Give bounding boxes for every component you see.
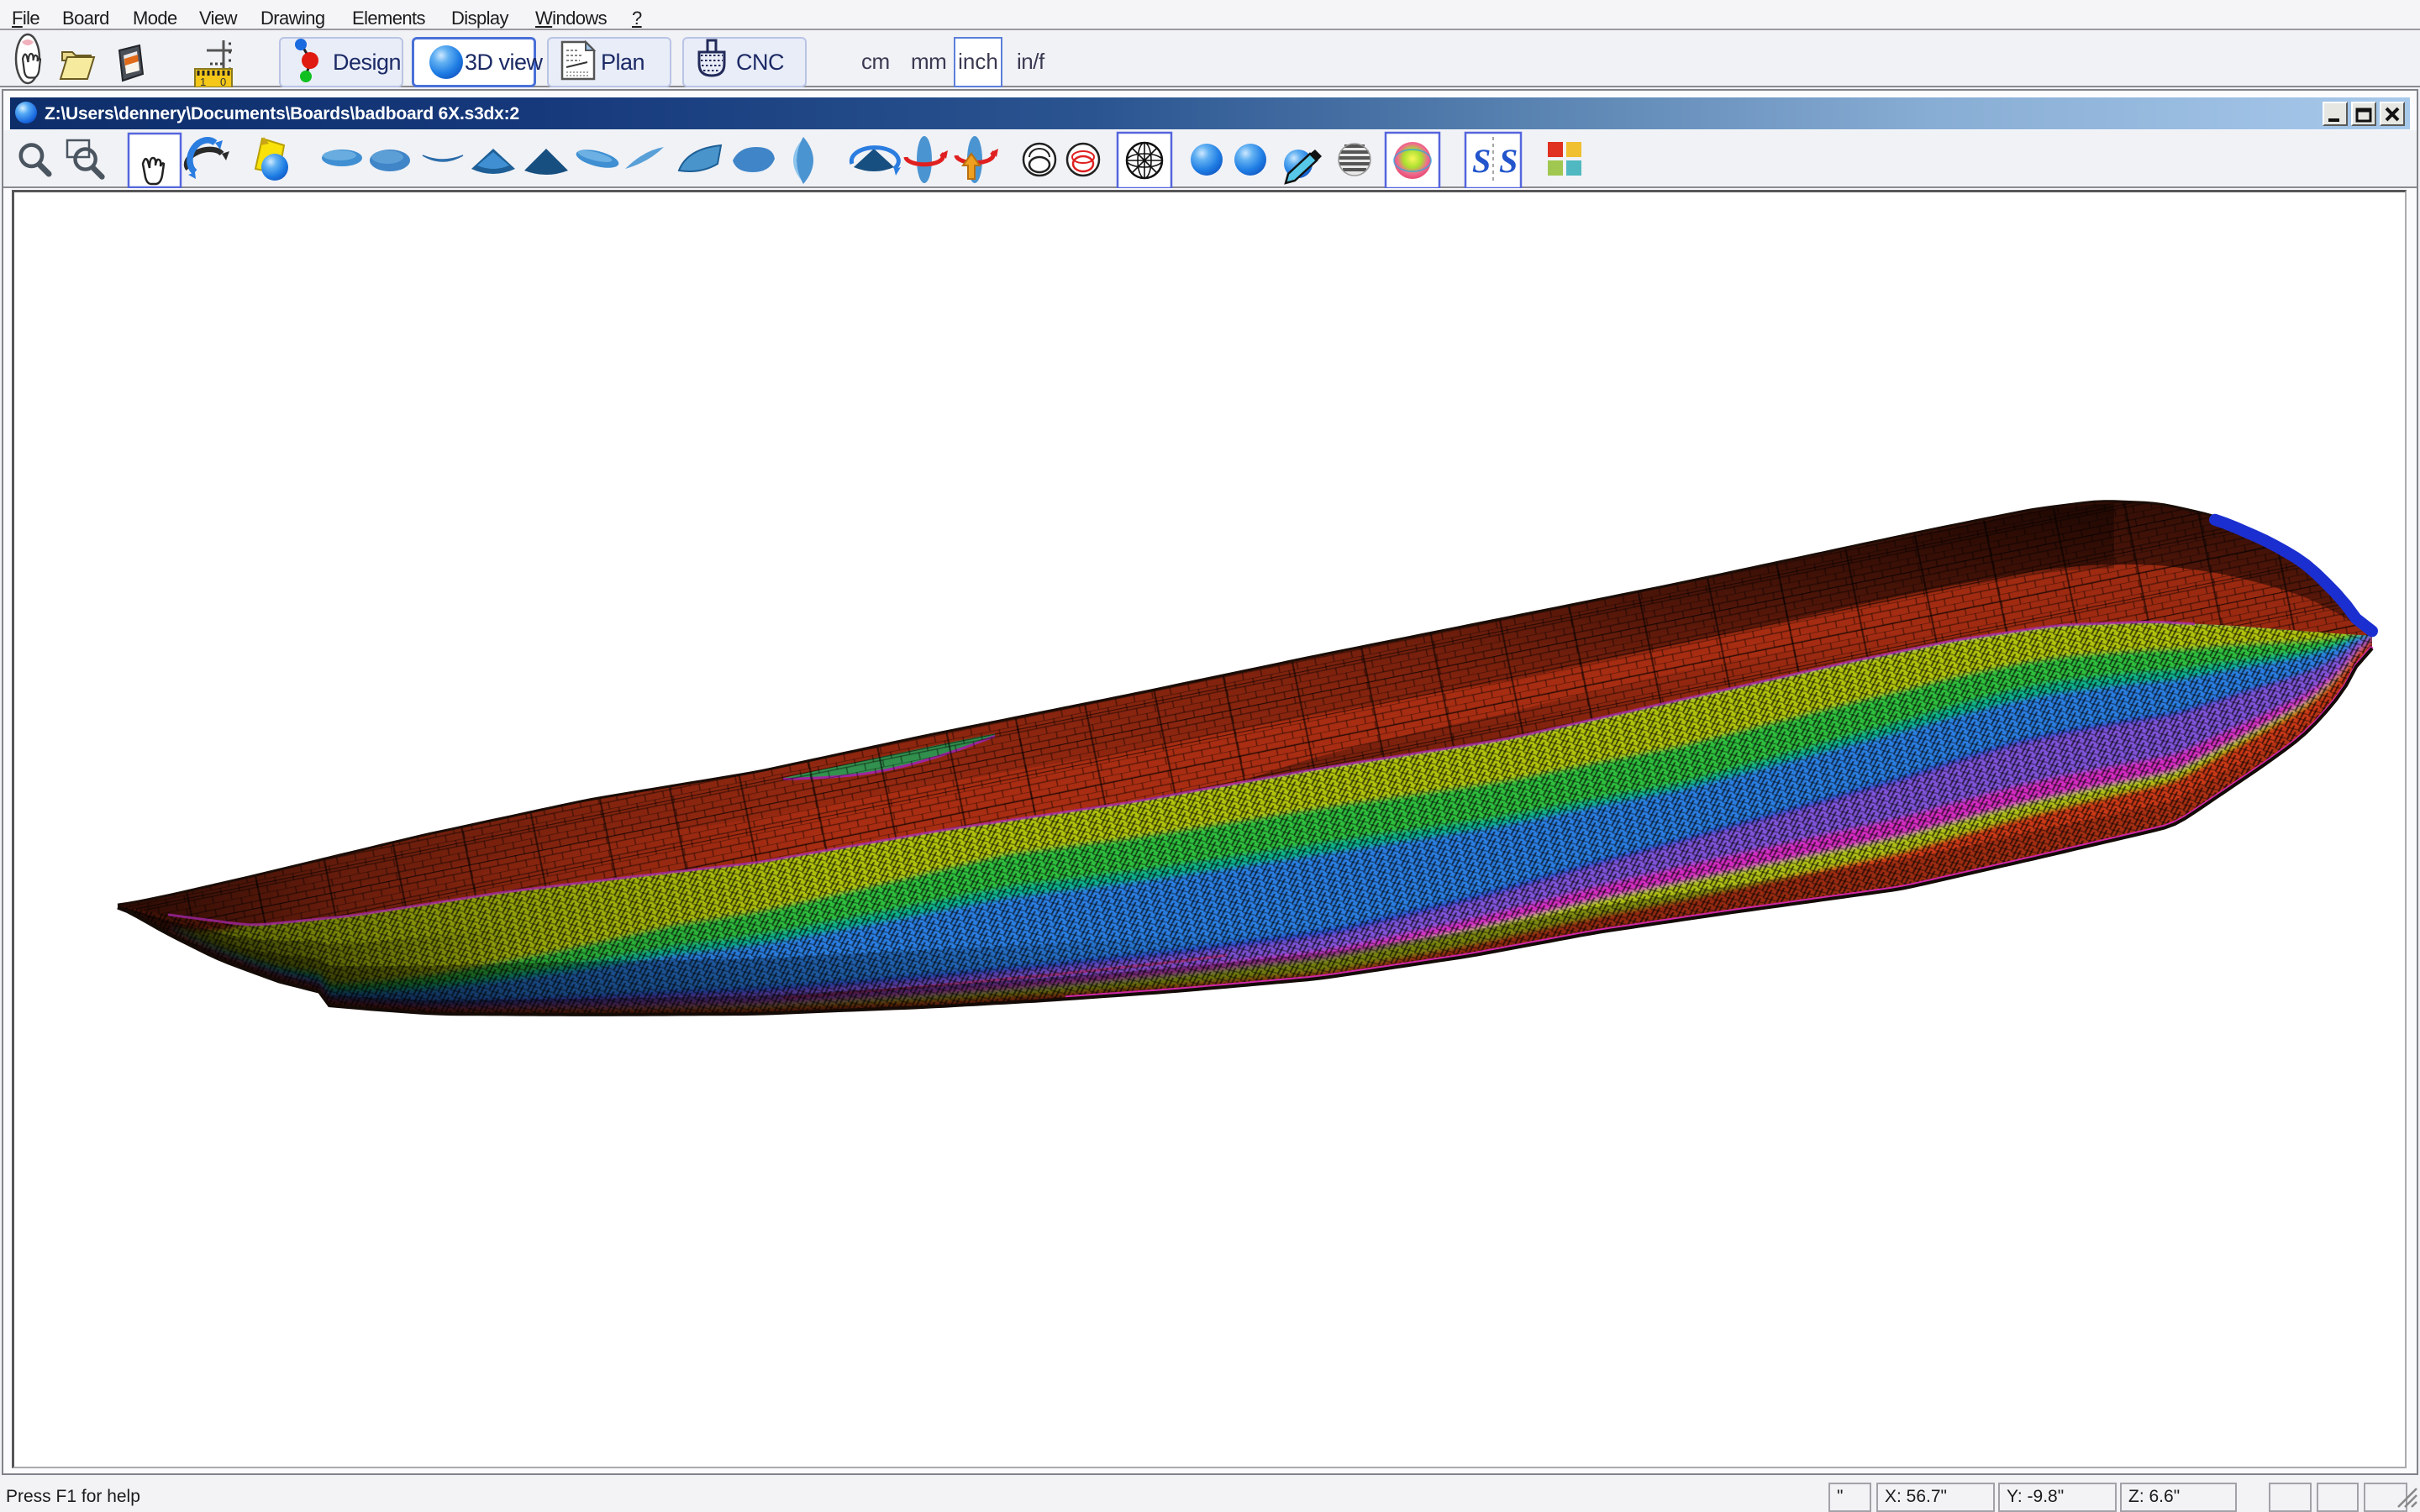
- svg-text:1: 1: [200, 76, 206, 87]
- svg-text:0: 0: [220, 76, 226, 87]
- svg-text:S: S: [1472, 142, 1491, 180]
- svg-text:S: S: [1499, 142, 1518, 180]
